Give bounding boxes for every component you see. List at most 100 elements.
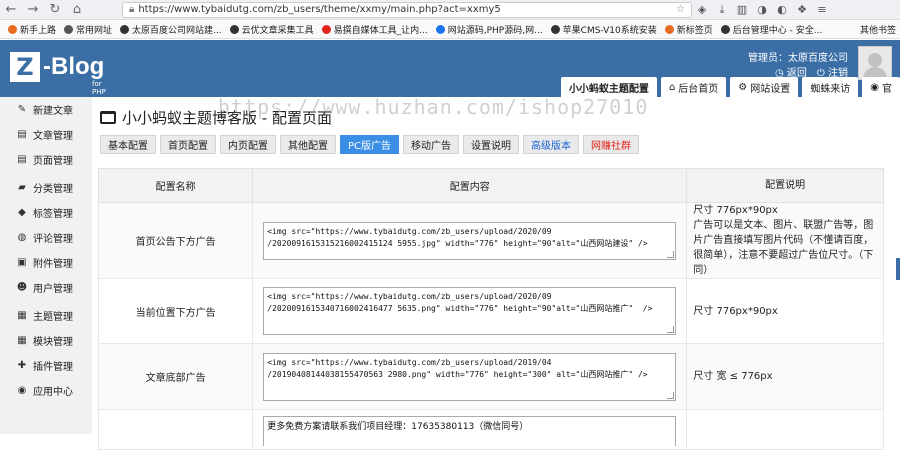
bookmark-item[interactable]: 新手上路 — [8, 23, 56, 36]
library-icon[interactable]: ▥ — [732, 3, 752, 16]
forward-icon[interactable]: → — [22, 2, 44, 17]
row-content-cell: <img src="https://www.tybaidutg.com/zb_u… — [252, 278, 688, 344]
browser-toolbar: ← → ↻ ⌂ 🔒︎ https://www.tybaidutg.com/zb_… — [0, 0, 900, 20]
bookmark-item[interactable]: 新标签页 — [664, 23, 713, 36]
window-icon — [100, 111, 116, 124]
config-tab[interactable]: 其他配置 — [280, 135, 336, 154]
sidebar-item[interactable]: ▦ 模块管理 — [0, 328, 92, 353]
sidebar-item[interactable]: ◆ 标签管理 — [0, 200, 92, 225]
zblog-logo[interactable]: Z -Blog for PHP — [10, 52, 106, 96]
row-name: 首页公告下方广告 — [97, 202, 254, 279]
topnav-item[interactable]: 蜘蛛来访 — [802, 77, 859, 97]
sidebar-item[interactable]: ✚ 插件管理 — [0, 353, 92, 378]
bookmarks-bar: 新手上路 常用网址 太原百度公司网站建... 云优文章采集工具 易撰自媒体工具_让内..… — [0, 21, 900, 39]
topnav-item[interactable]: 小小蚂蚁主题配置 — [560, 77, 657, 97]
bookmark-favicon-icon — [664, 25, 674, 34]
star-icon[interactable]: ☆ — [676, 4, 685, 15]
bookmark-item[interactable]: 太原百度公司网站建... — [120, 23, 222, 36]
sidebar-item-label: 模块管理 — [33, 337, 73, 348]
address-bar[interactable]: 🔒︎ https://www.tybaidutg.com/zb_users/th… — [122, 1, 692, 18]
sidebar-item[interactable]: ▰ 分类管理 — [0, 175, 92, 200]
sidebar-item[interactable]: ✎ 新建文章 — [0, 97, 92, 122]
bookmark-manager-icon[interactable]: ❖ — [792, 3, 812, 16]
table-row: 首页公告下方广告 <img src="https://www.tybaidutg.… — [97, 202, 884, 279]
sidebar-item[interactable]: ☻ 用户管理 — [0, 275, 92, 300]
bookmark-favicon-icon — [8, 25, 17, 34]
sidebar-item[interactable]: ◉ 应用中心 — [0, 378, 92, 403]
row-content-cell: 更多免费方案请联系我们项目经理：17635380113（微信同号） — [252, 409, 688, 450]
reload-icon[interactable]: ↻ — [44, 2, 66, 17]
topnav-item[interactable]: ◉ 官 — [862, 77, 900, 97]
sidebar-item-label: 评论管理 — [33, 234, 73, 245]
other-bookmarks[interactable]: 其他书签 — [860, 23, 896, 36]
sidebar-icon: ✚ — [17, 360, 27, 371]
menu-icon[interactable]: ≡ — [812, 3, 832, 16]
bookmark-item[interactable]: 苹果CMS-V10系统安装 — [550, 23, 657, 36]
config-tab[interactable]: 网赚社群 — [583, 135, 640, 154]
extension-icon[interactable]: ◐ — [772, 3, 792, 16]
bookmark-item[interactable]: 常用网址 — [64, 23, 112, 36]
sidebar-item[interactable]: ▣ 附件管理 — [0, 250, 92, 275]
config-tab[interactable]: 内页配置 — [220, 135, 276, 154]
shield-icon[interactable]: ◈ — [692, 3, 712, 16]
topnav-item[interactable]: ⚙ 网站设置 — [730, 77, 799, 97]
sidebar-item[interactable]: ▦ 主题管理 — [0, 303, 92, 328]
sidebar: ✎ 新建文章 ▤ 文章管理 ▤ 页面管理 ▰ 分类管理 ◆ 标签管理 ◍ 评论管理 ▣ 附件管理 ☻ 用户管理… — [0, 97, 92, 434]
ad-code-textarea[interactable]: <img src="https://www.tybaidutg.com/zb_u… — [263, 221, 677, 260]
bookmark-favicon-icon — [321, 25, 331, 34]
bookmark-item[interactable]: 易撰自媒体工具_让内... — [321, 23, 428, 36]
bookmark-favicon-icon — [720, 25, 730, 34]
main-content: 小小蚂蚁主题博客版 - 配置页面 基本配置 首页配置 内页配置 其他配置 PC版广告 移动… — [92, 97, 900, 450]
header-desc: 配置说明 — [686, 168, 884, 203]
table-row: 文章底部广告 <img src="https://www.tybaidutg.co… — [97, 343, 884, 410]
page-title-text: 小小蚂蚁主题博客版 - 配置页面 — [122, 109, 332, 127]
ad-code-textarea[interactable]: 更多免费方案请联系我们项目经理：17635380113（微信同号） — [263, 416, 677, 446]
sidebar-item-label: 插件管理 — [33, 362, 73, 373]
topnav-item[interactable]: ⌂ 后台首页 — [660, 77, 727, 97]
sidebar-item[interactable]: ▤ 文章管理 — [0, 122, 92, 147]
sidebar-item-label: 附件管理 — [33, 259, 73, 270]
config-tabs: 基本配置 首页配置 内页配置 其他配置 PC版广告 移动广告 设置说明 高级版本 网赚社群 — [100, 135, 640, 154]
sidebar-icon: ▤ — [17, 129, 27, 140]
logo-subtitle: for PHP — [92, 80, 106, 96]
bookmark-item[interactable]: 后台管理中心 - 安全... — [720, 23, 822, 36]
config-tab[interactable]: 基本配置 — [100, 135, 156, 154]
sidebar-item[interactable]: ▤ 页面管理 — [0, 147, 92, 172]
back-icon[interactable]: ← — [0, 2, 22, 17]
row-description: 尺寸 776px*90px — [686, 278, 884, 344]
sidebar-item-label: 页面管理 — [33, 156, 73, 167]
row-name: 当前位置下方广告 — [97, 278, 254, 344]
row-name — [97, 409, 254, 450]
topnav-icon: ⚙ — [738, 81, 748, 93]
bookmark-favicon-icon — [435, 25, 445, 34]
sidebar-icon: ◍ — [17, 232, 27, 243]
bookmark-favicon-icon — [550, 25, 560, 34]
home-icon[interactable]: ⌂ — [66, 2, 88, 17]
sidebar-icon: ▤ — [17, 154, 27, 165]
sidebar-item-label: 分类管理 — [33, 184, 73, 195]
sidebar-item-label: 主题管理 — [33, 312, 73, 323]
ad-code-textarea[interactable]: <img src="https://www.tybaidutg.com/zb_u… — [263, 287, 677, 335]
config-tab[interactable]: 高级版本 — [523, 135, 580, 154]
sidebar-icon: ☻ — [16, 282, 28, 293]
sync-icon[interactable]: ◑ — [752, 3, 772, 16]
admin-name: 管理员：太原百度公司 — [748, 53, 848, 64]
avatar[interactable] — [858, 46, 892, 80]
sidebar-icon: ✎ — [17, 104, 27, 115]
config-tab[interactable]: PC版广告 — [340, 135, 400, 154]
config-tab[interactable]: 移动广告 — [403, 135, 460, 154]
config-tab[interactable]: 设置说明 — [463, 135, 520, 154]
bookmark-item[interactable]: 网站源码,PHP源码,网... — [435, 23, 543, 36]
config-tab[interactable]: 首页配置 — [160, 135, 216, 154]
download-icon[interactable]: ⤓ — [712, 3, 732, 17]
scroll-indicator[interactable] — [896, 258, 900, 280]
ad-code-textarea[interactable]: <img src="https://www.tybaidutg.com/zb_u… — [263, 352, 677, 401]
url-text: https://www.tybaidutg.com/zb_users/theme… — [138, 4, 501, 15]
table-row: 当前位置下方广告 <img src="https://www.tybaidutg.… — [97, 278, 884, 344]
sidebar-icon: ▦ — [17, 335, 27, 346]
header-name: 配置名称 — [97, 168, 254, 203]
table-row: 更多免费方案请联系我们项目经理：17635380113（微信同号） — [97, 409, 884, 450]
sidebar-item-label: 应用中心 — [33, 387, 73, 398]
sidebar-item[interactable]: ◍ 评论管理 — [0, 225, 92, 250]
bookmark-item[interactable]: 云优文章采集工具 — [229, 23, 314, 36]
